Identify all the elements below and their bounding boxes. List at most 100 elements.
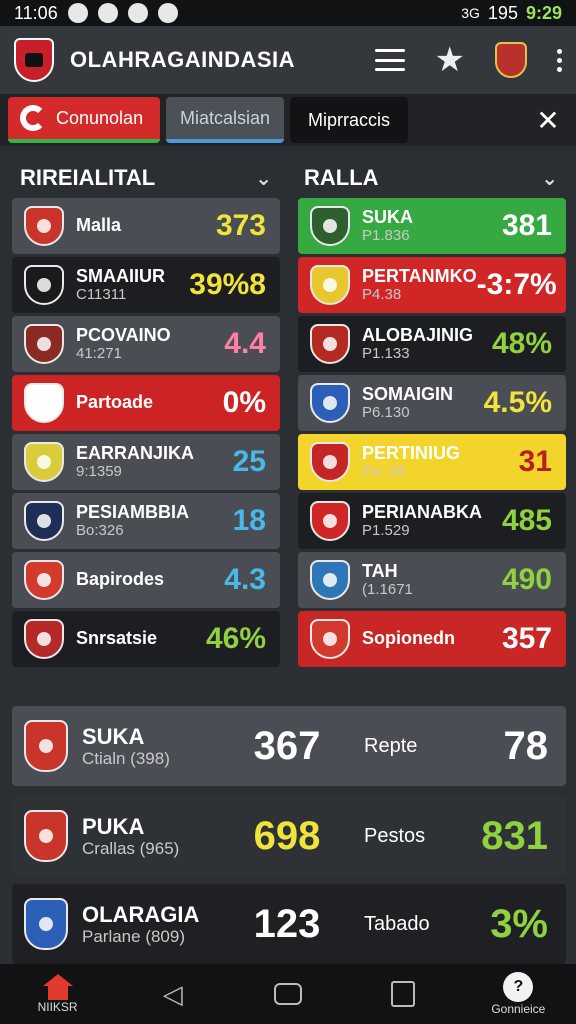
chevron-down-icon[interactable]: ⌄ bbox=[255, 166, 272, 191]
tab-bar: Conunolan Miatcalsian Miprraccis ✕ bbox=[0, 94, 576, 146]
team-subtitle: P4.38 bbox=[362, 285, 402, 303]
home-icon bbox=[42, 974, 73, 1000]
battery-level: 195 bbox=[487, 2, 518, 23]
team-value: 490 bbox=[501, 563, 552, 596]
team-card[interactable]: SUKA P1.836 381 bbox=[298, 198, 566, 254]
team-value: 4.4 bbox=[224, 327, 266, 360]
primary-value: 698 bbox=[253, 813, 321, 858]
star-icon[interactable]: ★ bbox=[435, 43, 465, 77]
menu-icon[interactable] bbox=[374, 49, 405, 71]
team-name: PERTANMKO bbox=[362, 265, 477, 286]
team-crest-icon bbox=[24, 898, 68, 950]
secondary-value: 78 bbox=[503, 723, 549, 768]
team-subtitle: Po: 26 bbox=[362, 462, 406, 480]
team-card[interactable]: SOMAIGIN P6.130 4.5% bbox=[298, 375, 566, 431]
team-subtitle: 9:1359 bbox=[76, 462, 122, 480]
team-subtitle: Bo:326 bbox=[76, 521, 124, 539]
team-value: 4.3 bbox=[224, 563, 266, 596]
summary-card[interactable]: SUKA Ctialn (398) 367 Repte 78 bbox=[12, 706, 566, 786]
team-subtitle: P6.130 bbox=[362, 403, 410, 421]
team-card[interactable]: PERTANMKO P4.38 -3:7% bbox=[298, 257, 566, 313]
tab-miatcalsian[interactable]: Miatcalsian bbox=[166, 97, 284, 143]
app-logo[interactable] bbox=[14, 38, 54, 82]
tab-label: Conunolan bbox=[56, 107, 144, 128]
team-card[interactable]: Sopionedn 357 bbox=[298, 611, 566, 667]
team-card[interactable]: Malla 373 bbox=[12, 198, 280, 254]
section-header-left[interactable]: RIREIALITAL ⌄ bbox=[20, 160, 272, 196]
team-value: 0% bbox=[222, 386, 266, 419]
team-card[interactable]: Snrsatsie 46% bbox=[12, 611, 280, 667]
team-name: PERTINIUG bbox=[362, 442, 461, 463]
team-name: Malla bbox=[76, 215, 122, 236]
summary-card[interactable]: PUKA Crallas (965) 698 Pestos 831 bbox=[12, 796, 566, 876]
team-subtitle: P1.836 bbox=[362, 226, 410, 244]
team-card[interactable]: Partoade 0% bbox=[12, 375, 280, 431]
team-crest-icon bbox=[24, 383, 64, 423]
nav-home[interactable]: NIIKSR bbox=[18, 974, 98, 1014]
team-value: 46% bbox=[205, 622, 266, 655]
team-name: SUKA bbox=[362, 206, 414, 227]
section-header-right[interactable]: RALLA ⌄ bbox=[304, 160, 558, 196]
team-name: SUKA bbox=[82, 723, 145, 749]
team-subtitle: Crallas (965) bbox=[82, 838, 180, 858]
tab-conunolan[interactable]: Conunolan bbox=[8, 97, 160, 143]
team-card[interactable]: EARRANJIKA 9:1359 25 bbox=[12, 434, 280, 490]
team-card[interactable]: TAH (1.1671 490 bbox=[298, 552, 566, 608]
team-crest-icon bbox=[24, 501, 64, 541]
club-badge-icon[interactable] bbox=[495, 42, 527, 78]
tab-label: Miprraccis bbox=[307, 109, 390, 130]
team-crest-icon bbox=[24, 324, 64, 364]
team-name: Sopionedn bbox=[362, 628, 455, 649]
notification-icon bbox=[67, 3, 88, 23]
team-card[interactable]: PERTINIUG Po: 26 31 bbox=[298, 434, 566, 490]
team-card[interactable]: PESIAMBBIA Bo:326 18 bbox=[12, 493, 280, 549]
team-value: 373 bbox=[215, 209, 266, 242]
team-crest-icon bbox=[310, 265, 350, 305]
team-name: TAH bbox=[362, 560, 398, 581]
recent-apps-icon bbox=[391, 981, 416, 1007]
team-card[interactable]: ALOBAJINIG P1.133 48% bbox=[298, 316, 566, 372]
more-options-icon[interactable] bbox=[557, 48, 562, 72]
nav-home-button[interactable] bbox=[248, 983, 328, 1005]
section-title: RIREIALITAL bbox=[20, 165, 156, 190]
tab-miprraccis[interactable]: Miprraccis bbox=[290, 97, 408, 143]
team-subtitle: P1.529 bbox=[362, 521, 410, 539]
team-name: PUKA bbox=[82, 813, 145, 839]
team-crest-icon bbox=[310, 442, 350, 482]
team-value: 485 bbox=[501, 504, 552, 537]
team-subtitle: 41:271 bbox=[76, 344, 122, 362]
team-card[interactable]: PERIANABKA P1.529 485 bbox=[298, 493, 566, 549]
team-crest-icon bbox=[24, 206, 64, 246]
team-value: 31 bbox=[518, 445, 552, 478]
nav-label: Gonnieice bbox=[491, 1002, 546, 1016]
team-crest-icon bbox=[310, 560, 350, 600]
team-subtitle: (1.1671 bbox=[362, 580, 413, 598]
stat-label: Pestos bbox=[364, 824, 426, 847]
home-button-icon bbox=[273, 983, 302, 1005]
team-crest-icon bbox=[24, 810, 68, 862]
team-name: PERIANABKA bbox=[362, 501, 483, 522]
team-card[interactable]: PCOVAINO 41:271 4.4 bbox=[12, 316, 280, 372]
team-name: Bapirodes bbox=[76, 569, 165, 590]
team-value: 381 bbox=[501, 209, 552, 242]
section-title: RALLA bbox=[304, 165, 379, 190]
notification-icon bbox=[157, 3, 178, 23]
team-card[interactable]: Bapirodes 4.3 bbox=[12, 552, 280, 608]
nav-connect[interactable]: ? Gonnieice bbox=[478, 972, 558, 1016]
status-clock: 9:29 bbox=[525, 2, 562, 23]
nav-label: NIIKSR bbox=[37, 1000, 78, 1014]
nav-back[interactable]: ◁ bbox=[133, 979, 213, 1010]
team-subtitle: P1.133 bbox=[362, 344, 410, 362]
team-subtitle: Ctialn (398) bbox=[82, 748, 170, 768]
close-icon[interactable]: ✕ bbox=[528, 100, 568, 140]
summary-card[interactable]: OLARAGIA Parlane (809) 123 Tabado 3% bbox=[12, 884, 566, 964]
team-name: PESIAMBBIA bbox=[76, 501, 190, 522]
chevron-down-icon[interactable]: ⌄ bbox=[541, 166, 558, 191]
team-card[interactable]: SMAAIIUR C11311 39%8 bbox=[12, 257, 280, 313]
secondary-value: 831 bbox=[481, 813, 548, 858]
team-crest-icon bbox=[24, 560, 64, 600]
nav-recent[interactable] bbox=[363, 981, 443, 1007]
team-crest-icon bbox=[310, 206, 350, 246]
status-bar: 11:06 3G 195 9:29 bbox=[0, 0, 576, 26]
team-value: 25 bbox=[232, 445, 266, 478]
